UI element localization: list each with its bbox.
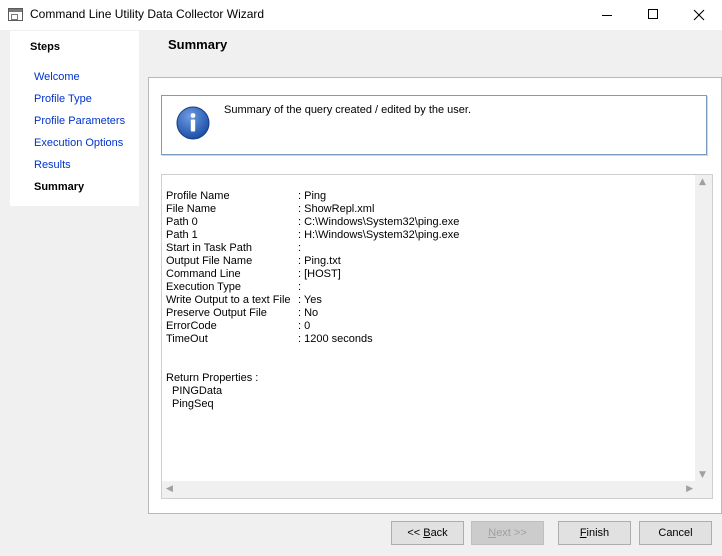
summary-key: Preserve Output File bbox=[166, 307, 267, 319]
summary-row: TimeOut : 1200 seconds bbox=[166, 333, 686, 346]
next-label: ext >> bbox=[496, 527, 527, 539]
summary-row: Command Line : [HOST] bbox=[166, 268, 686, 281]
summary-value: : bbox=[298, 242, 302, 254]
next-button[interactable]: Next >> bbox=[471, 521, 544, 545]
summary-row: Path 0 : C:\Windows\System32\ping.exe bbox=[166, 216, 686, 229]
title-bar[interactable]: Command Line Utility Data Collector Wiza… bbox=[0, 0, 722, 30]
step-profile-type[interactable]: Profile Type bbox=[34, 93, 92, 105]
summary-key: TimeOut bbox=[166, 333, 208, 345]
next-accelerator: N bbox=[488, 527, 497, 539]
info-box: Summary of the query created / edited by… bbox=[161, 95, 707, 155]
cancel-button[interactable]: Cancel bbox=[639, 521, 712, 545]
return-properties-title: Return Properties : bbox=[166, 372, 259, 384]
summary-key: Execution Type bbox=[166, 281, 242, 293]
maximize-button[interactable] bbox=[630, 0, 676, 30]
scroll-up-arrow-icon[interactable]: ▲ bbox=[699, 177, 706, 187]
summary-key: Path 1 bbox=[166, 229, 198, 241]
summary-value: : bbox=[298, 281, 302, 293]
summary-value: : ShowRepl.xml bbox=[298, 203, 375, 215]
step-profile-parameters[interactable]: Profile Parameters bbox=[34, 115, 125, 127]
summary-key: Path 0 bbox=[166, 216, 198, 228]
page-title: Summary bbox=[168, 37, 228, 52]
summary-value: : Yes bbox=[298, 294, 322, 306]
summary-key: Command Line bbox=[166, 268, 241, 280]
summary-row: Output File Name : Ping.txt bbox=[166, 255, 686, 268]
summary-value: : No bbox=[298, 307, 319, 319]
back-label: ack bbox=[430, 527, 448, 539]
scroll-down-arrow-icon[interactable]: ▼ bbox=[699, 470, 706, 480]
summary-content: Profile Name : Ping File Name : ShowRepl.x… bbox=[166, 190, 686, 411]
summary-key: File Name bbox=[166, 203, 217, 215]
return-property-item: PingSeq bbox=[172, 398, 214, 410]
summary-key: Write Output to a text File bbox=[166, 294, 291, 306]
page-header: Summary bbox=[148, 30, 722, 77]
step-summary: Summary bbox=[34, 181, 85, 193]
steps-header: Steps bbox=[30, 41, 60, 53]
finish-label: inish bbox=[586, 527, 610, 539]
summary-value: : 1200 seconds bbox=[298, 333, 373, 345]
info-text: Summary of the query created / edited by… bbox=[224, 104, 472, 116]
app-window-icon bbox=[8, 8, 23, 21]
maximize-icon bbox=[648, 9, 658, 19]
summary-value: : 0 bbox=[298, 320, 311, 332]
back-prefix: << bbox=[407, 527, 424, 539]
summary-key: Profile Name bbox=[166, 190, 230, 202]
minimize-button[interactable] bbox=[584, 0, 630, 30]
steps-panel: Steps Welcome Profile Type Profile Param… bbox=[10, 31, 139, 206]
summary-row: ErrorCode : 0 bbox=[166, 320, 686, 333]
summary-row: File Name : ShowRepl.xml bbox=[166, 203, 686, 216]
step-results[interactable]: Results bbox=[34, 159, 71, 171]
scrollbar-corner bbox=[695, 481, 712, 498]
return-property-item: PINGData bbox=[172, 385, 223, 397]
wizard-window: Command Line Utility Data Collector Wiza… bbox=[0, 0, 722, 556]
summary-value: : Ping.txt bbox=[298, 255, 341, 267]
step-welcome[interactable]: Welcome bbox=[34, 71, 80, 83]
summary-textbox[interactable]: Profile Name : Ping File Name : ShowRepl.x… bbox=[161, 174, 713, 499]
summary-key: ErrorCode bbox=[166, 320, 217, 332]
summary-row: Write Output to a text File : Yes bbox=[166, 294, 686, 307]
summary-row: Start in Task Path: bbox=[166, 242, 686, 255]
info-icon bbox=[176, 106, 210, 140]
vertical-scrollbar[interactable]: ▲ ▼ bbox=[695, 175, 712, 481]
summary-value: : H:\Windows\System32\ping.exe bbox=[298, 229, 460, 241]
close-icon bbox=[693, 9, 705, 21]
finish-button[interactable]: Finish bbox=[558, 521, 631, 545]
window-title: Command Line Utility Data Collector Wiza… bbox=[30, 7, 265, 21]
summary-row: Preserve Output File : No bbox=[166, 307, 686, 320]
summary-value: : Ping bbox=[298, 190, 327, 202]
summary-row: Path 1 : H:\Windows\System32\ping.exe bbox=[166, 229, 686, 242]
summary-row: Execution Type: bbox=[166, 281, 686, 294]
back-button[interactable]: << Back bbox=[391, 521, 464, 545]
content-area: Summary of the query created / edited by… bbox=[148, 77, 722, 514]
scroll-right-arrow-icon[interactable]: ▶ bbox=[686, 484, 693, 494]
minimize-icon bbox=[602, 15, 612, 16]
summary-row: Profile Name : Ping bbox=[166, 190, 686, 203]
summary-key: Output File Name bbox=[166, 255, 253, 267]
summary-value: : [HOST] bbox=[298, 268, 341, 280]
finish-accelerator: F bbox=[579, 527, 587, 539]
scroll-left-arrow-icon[interactable]: ◀ bbox=[166, 484, 173, 494]
step-execution-options[interactable]: Execution Options bbox=[34, 137, 123, 149]
horizontal-scrollbar[interactable]: ◀ ▶ bbox=[162, 481, 697, 498]
back-accelerator: B bbox=[423, 527, 431, 539]
close-button[interactable] bbox=[676, 0, 722, 30]
summary-key: Start in Task Path bbox=[166, 242, 253, 254]
summary-value: : C:\Windows\System32\ping.exe bbox=[298, 216, 460, 228]
